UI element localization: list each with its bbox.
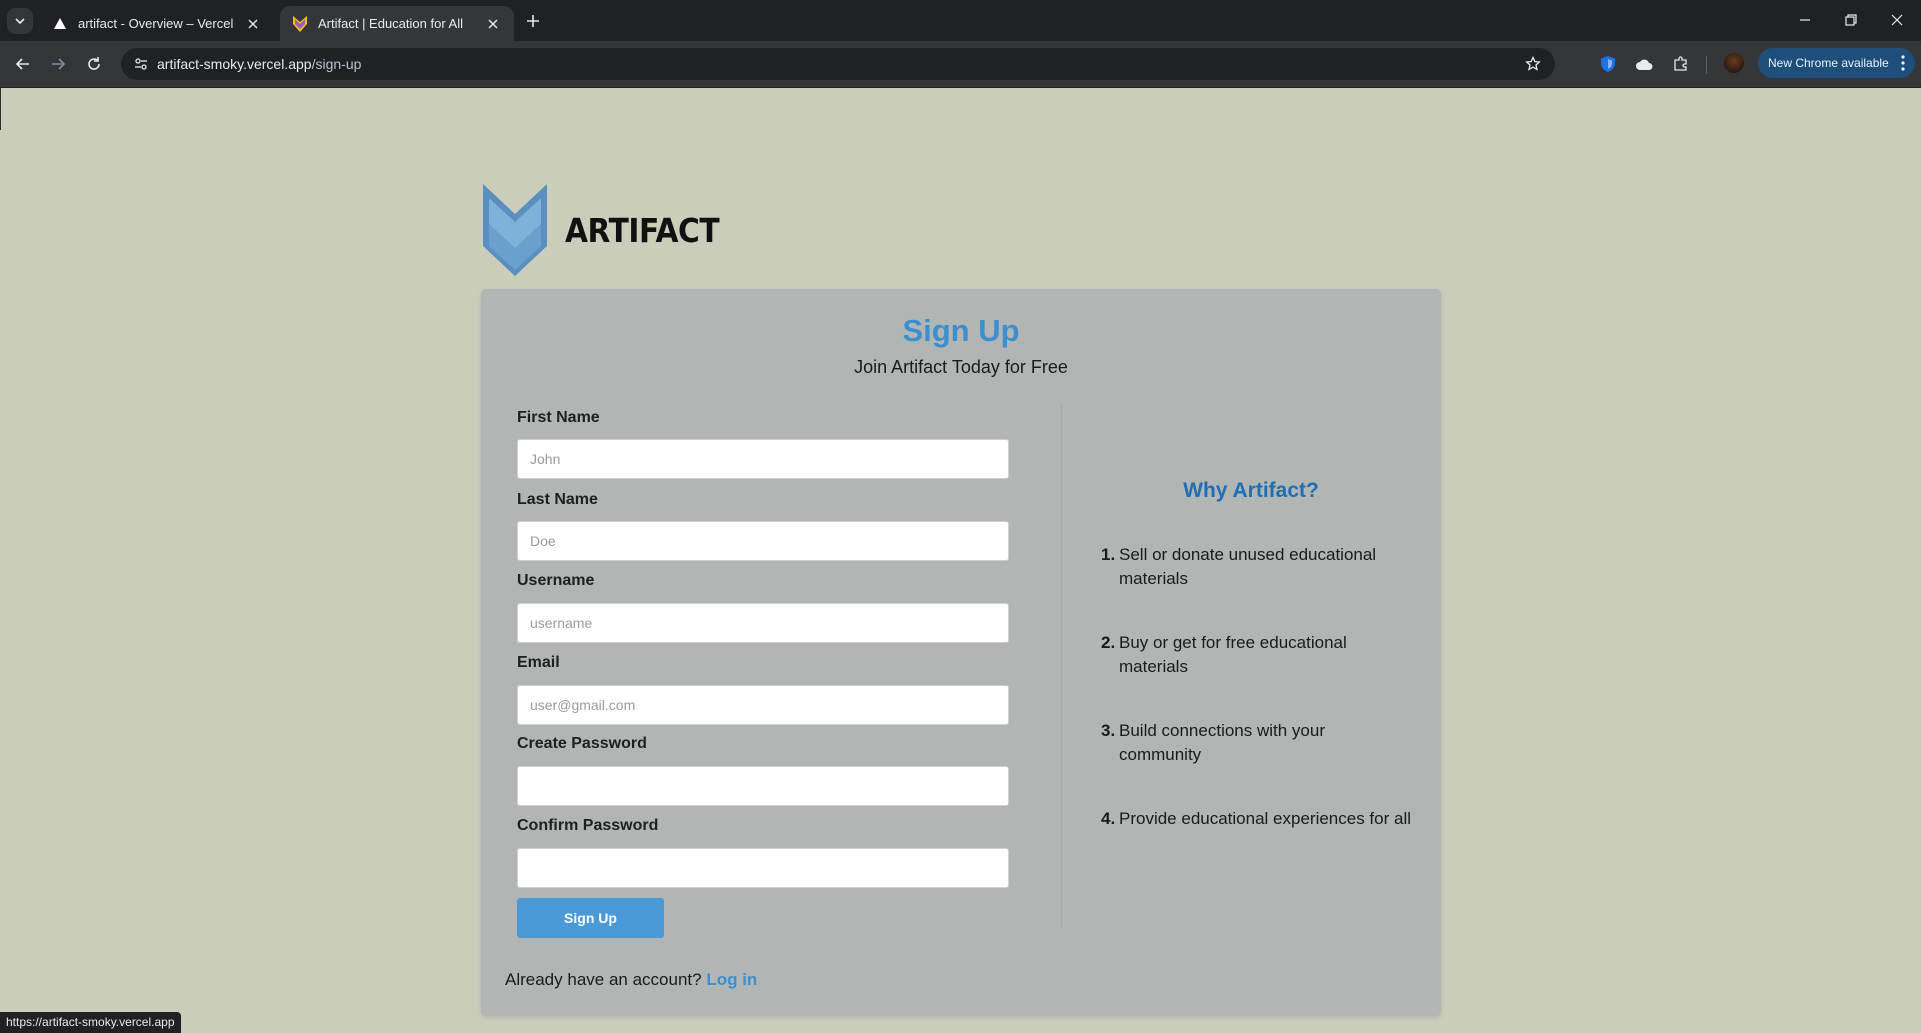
new-tab-button[interactable]: [520, 8, 546, 34]
chrome-update-button[interactable]: New Chrome available: [1758, 48, 1915, 78]
more-vert-icon: [1901, 55, 1905, 74]
url-host: artifact-smoky.vercel.app: [157, 56, 312, 72]
reload-icon: [88, 57, 100, 70]
brand-wordmark: ARTIFACT: [565, 210, 720, 250]
username-field[interactable]: [517, 603, 1009, 643]
login-prompt-text: Already have an account?: [505, 970, 702, 989]
vercel-triangle-icon: [52, 16, 68, 32]
restore-button[interactable]: [1828, 6, 1874, 34]
tab-vercel-overview[interactable]: artifact - Overview – Vercel: [40, 6, 274, 41]
chevron-down-icon: [15, 18, 25, 25]
url-text: artifact-smoky.vercel.app/sign-up: [157, 56, 361, 72]
why-title: Why Artifact?: [1183, 479, 1319, 502]
brand[interactable]: ARTIFACT: [483, 184, 736, 276]
list-item: 3. Build connections with your community: [1101, 719, 1411, 767]
sign-up-button[interactable]: Sign Up: [517, 898, 664, 938]
page-edge: [0, 88, 1, 130]
reload-button[interactable]: [80, 50, 108, 78]
last-name-field[interactable]: [517, 521, 1009, 561]
list-item: 1. Sell or donate unused educational mat…: [1101, 543, 1411, 591]
list-text: Build connections with your community: [1119, 721, 1326, 764]
shield-extension-icon[interactable]: [1597, 53, 1619, 75]
status-bar-url: https://artifact-smoky.vercel.app: [0, 1012, 181, 1033]
address-bar[interactable]: artifact-smoky.vercel.app/sign-up: [121, 48, 1555, 80]
forward-button[interactable]: [44, 50, 72, 78]
page-subtitle: Join Artifact Today for Free: [854, 357, 1068, 377]
tab-artifact-signup[interactable]: Artifact | Education for All: [280, 6, 514, 41]
login-prompt: Already have an account? Log in: [505, 970, 757, 990]
list-text: Buy or get for free educational material…: [1119, 633, 1347, 676]
cloud-extension-icon[interactable]: [1633, 53, 1655, 75]
tab-title: artifact - Overview – Vercel: [78, 16, 234, 31]
site-info-icon[interactable]: [131, 54, 151, 74]
list-number: 3.: [1101, 721, 1116, 740]
minimize-button[interactable]: [1782, 6, 1828, 34]
confirm-password-label: Confirm Password: [517, 817, 659, 834]
list-number: 2.: [1101, 633, 1116, 652]
profile-avatar[interactable]: [1724, 53, 1744, 73]
update-label: New Chrome available: [1768, 56, 1889, 70]
plus-icon: [527, 15, 539, 27]
restore-icon: [1845, 14, 1857, 26]
list-number: 4.: [1101, 809, 1116, 828]
log-in-link[interactable]: Log in: [706, 970, 757, 989]
artifact-logo-icon: [483, 184, 547, 276]
arrow-right-icon: [52, 58, 66, 70]
create-password-field[interactable]: [517, 766, 1009, 806]
email-field[interactable]: [517, 685, 1009, 725]
toolbar-separator: [1706, 56, 1707, 74]
list-number: 1.: [1101, 545, 1116, 564]
page-title: Sign Up: [902, 313, 1020, 348]
first-name-field[interactable]: [517, 439, 1009, 479]
username-label: Username: [517, 572, 595, 589]
arrow-left-icon: [15, 58, 29, 70]
back-button[interactable]: [9, 50, 37, 78]
tab-strip: artifact - Overview – Vercel Artifact | …: [0, 0, 1921, 41]
create-password-label: Create Password: [517, 735, 647, 752]
bookmark-star-icon[interactable]: [1523, 54, 1543, 74]
list-text: Sell or donate unused educational materi…: [1119, 545, 1377, 588]
close-window-button[interactable]: [1874, 6, 1920, 34]
puzzle-extensions-icon[interactable]: [1670, 53, 1692, 75]
browser-toolbar: artifact-smoky.vercel.app/sign-up: [0, 41, 1921, 88]
last-name-label: Last Name: [517, 491, 598, 508]
artifact-logo-icon: [292, 15, 308, 32]
email-label: Email: [517, 654, 560, 671]
signup-card: Sign Up Join Artifact Today for Free Fir…: [481, 289, 1441, 1016]
list-item: 4. Provide educational experiences for a…: [1101, 807, 1411, 831]
column-divider: [1061, 404, 1062, 929]
tab-title: Artifact | Education for All: [318, 16, 463, 31]
first-name-label: First Name: [517, 409, 600, 426]
tab-search-button[interactable]: [7, 8, 33, 34]
list-text: Provide educational experiences for all: [1119, 809, 1412, 828]
close-icon[interactable]: [484, 15, 502, 33]
close-icon: [1891, 14, 1903, 26]
minimize-icon: [1800, 19, 1810, 21]
url-path: /sign-up: [311, 56, 362, 72]
close-icon[interactable]: [244, 15, 262, 33]
list-item: 2. Buy or get for free educational mater…: [1101, 631, 1411, 679]
confirm-password-field[interactable]: [517, 848, 1009, 888]
